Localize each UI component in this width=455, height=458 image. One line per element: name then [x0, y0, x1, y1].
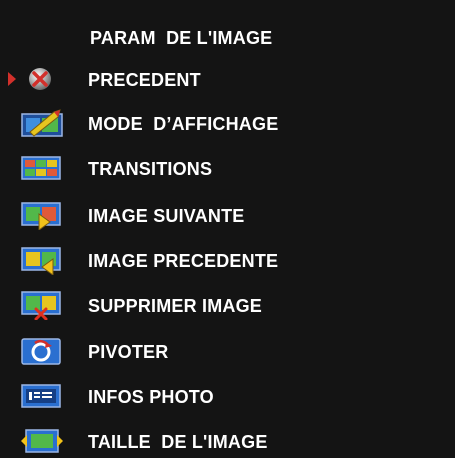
menu-item-label: INFOS PHOTO	[88, 387, 214, 407]
previous-image-icon	[21, 247, 61, 275]
menu-title: PARAM DE L'IMAGE	[90, 28, 273, 48]
menu-item-label: PIVOTER	[88, 342, 169, 362]
photo-info-icon	[21, 384, 61, 408]
transitions-icon	[21, 156, 61, 180]
menu-item-taille-image[interactable]: TAILLE DE L'IMAGE	[0, 424, 455, 458]
menu-item-label: PRECEDENT	[88, 70, 201, 90]
osd-menu: PARAM DE L'IMAGE PRECEDENT MODE D’AFFICH…	[0, 0, 455, 458]
image-size-icon	[21, 429, 63, 453]
back-icon	[29, 68, 51, 90]
menu-item-image-suivante[interactable]: IMAGE SUIVANTE	[0, 198, 455, 232]
menu-item-label: IMAGE PRECEDENTE	[88, 251, 279, 271]
menu-item-mode-affichage[interactable]: MODE D’AFFICHAGE	[0, 106, 455, 140]
menu-item-transitions[interactable]: TRANSITIONS	[0, 151, 455, 185]
menu-item-infos-photo[interactable]: INFOS PHOTO	[0, 379, 455, 413]
menu-item-precedent[interactable]: PRECEDENT	[0, 62, 455, 96]
rotate-icon	[21, 338, 61, 365]
menu-item-label: TAILLE DE L'IMAGE	[88, 432, 268, 452]
menu-item-label: SUPPRIMER IMAGE	[88, 296, 263, 316]
next-image-icon	[21, 202, 61, 230]
delete-image-icon	[21, 291, 61, 320]
menu-item-label: IMAGE SUIVANTE	[88, 206, 245, 226]
display-mode-icon	[21, 109, 63, 137]
selection-cursor-icon	[8, 72, 16, 86]
menu-item-label: MODE D’AFFICHAGE	[88, 114, 279, 134]
menu-item-image-precedente[interactable]: IMAGE PRECEDENTE	[0, 243, 455, 277]
menu-item-label: TRANSITIONS	[88, 159, 213, 179]
menu-item-supprimer-image[interactable]: SUPPRIMER IMAGE	[0, 288, 455, 322]
menu-item-pivoter[interactable]: PIVOTER	[0, 334, 455, 368]
